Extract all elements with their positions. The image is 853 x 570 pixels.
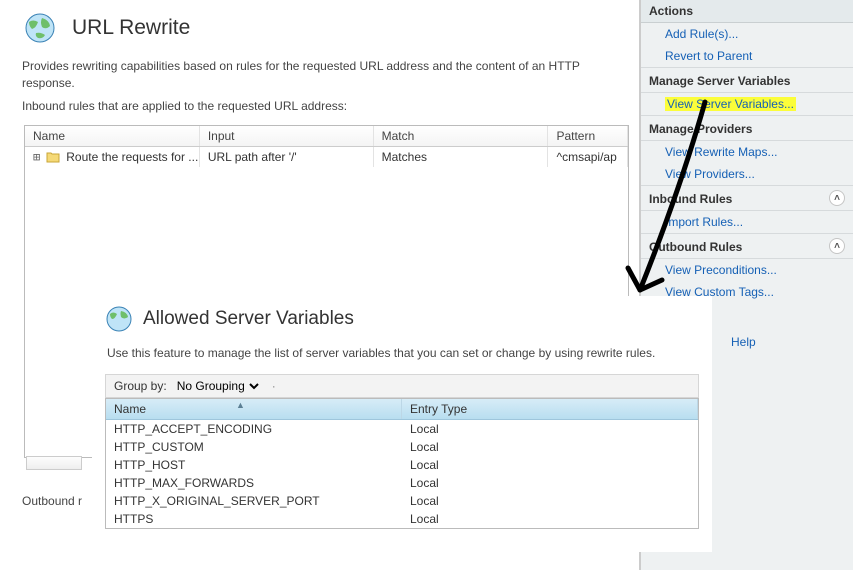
rule-name: Route the requests for ... (66, 150, 198, 164)
table-row[interactable]: HTTPSLocal (106, 510, 698, 528)
sv-entry-cell: Local (402, 492, 698, 510)
rule-input: URL path after '/' (200, 147, 374, 167)
import-rules-link[interactable]: Import Rules... (641, 211, 853, 233)
view-rewrite-maps-link[interactable]: View Rewrite Maps... (641, 141, 853, 163)
horizontal-scrollbar[interactable] (26, 456, 82, 470)
sv-table-header[interactable]: Name ▲ Entry Type (106, 399, 698, 420)
folder-icon (46, 151, 60, 163)
table-row[interactable]: HTTP_ACCEPT_ENCODINGLocal (106, 420, 698, 438)
table-row[interactable]: HTTP_HOSTLocal (106, 456, 698, 474)
sv-name-cell: HTTP_HOST (106, 456, 402, 474)
sort-asc-icon: ▲ (236, 400, 245, 410)
sv-entry-cell: Local (402, 420, 698, 438)
sv-name-cell: HTTPS (106, 510, 402, 528)
sv-entry-cell: Local (402, 474, 698, 492)
rule-match: Matches (374, 147, 549, 167)
manage-providers-head: Manage Providers (641, 115, 853, 141)
table-row[interactable]: HTTP_X_ORIGINAL_SERVER_PORTLocal (106, 492, 698, 510)
allowed-server-variables-panel: Allowed Server Variables Use this featur… (92, 296, 712, 552)
overlay-description: Use this feature to manage the list of s… (93, 345, 711, 374)
expand-icon[interactable]: ⊞ (33, 150, 40, 164)
group-by-label: Group by: (114, 379, 167, 393)
globe-icon (105, 305, 133, 333)
dropdown-separator-icon: · (272, 379, 276, 393)
page-title: URL Rewrite (72, 16, 190, 40)
table-row[interactable]: ⊞ Route the requests for ... URL path af… (25, 147, 628, 168)
sv-col-name[interactable]: Name ▲ (106, 399, 402, 419)
table-row[interactable]: HTTP_CUSTOMLocal (106, 438, 698, 456)
view-preconditions-link[interactable]: View Preconditions... (641, 259, 853, 281)
group-by-bar: Group by: No Grouping · (105, 374, 699, 398)
page-title-row: URL Rewrite (0, 8, 639, 58)
add-rules-link[interactable]: Add Rule(s)... (641, 23, 853, 45)
revert-link[interactable]: Revert to Parent (641, 45, 853, 67)
col-header-input[interactable]: Input (200, 126, 374, 146)
sv-entry-cell: Local (402, 456, 698, 474)
col-header-pattern[interactable]: Pattern (548, 126, 628, 146)
sv-name-cell: HTTP_ACCEPT_ENCODING (106, 420, 402, 438)
rule-pattern: ^cmsapi/ap (548, 147, 628, 167)
view-providers-link[interactable]: View Providers... (641, 163, 853, 185)
overlay-title-row: Allowed Server Variables (93, 297, 711, 345)
sv-col-name-label: Name (114, 402, 146, 416)
col-header-match[interactable]: Match (374, 126, 549, 146)
description-line-1: Provides rewriting capabilities based on… (0, 58, 639, 99)
actions-header: Actions (641, 0, 853, 23)
sv-entry-cell: Local (402, 510, 698, 528)
sv-name-cell: HTTP_X_ORIGINAL_SERVER_PORT (106, 492, 402, 510)
inbound-rules-head[interactable]: Inbound Rules ˄ (641, 185, 853, 211)
view-server-variables-link[interactable]: View Server Variables... (641, 93, 853, 115)
outbound-rules-label: Outbound Rules (649, 240, 742, 254)
server-variables-table: Name ▲ Entry Type HTTP_ACCEPT_ENCODINGLo… (105, 398, 699, 529)
col-header-name[interactable]: Name (25, 126, 200, 146)
sv-name-cell: HTTP_CUSTOM (106, 438, 402, 456)
sv-entry-cell: Local (402, 438, 698, 456)
chevron-up-icon[interactable]: ˄ (829, 238, 845, 254)
chevron-up-icon[interactable]: ˄ (829, 190, 845, 206)
sv-name-cell: HTTP_MAX_FORWARDS (106, 474, 402, 492)
overlay-title: Allowed Server Variables (143, 308, 354, 330)
outbound-rules-head[interactable]: Outbound Rules ˄ (641, 233, 853, 259)
outbound-section-label: Outbound r (22, 494, 82, 508)
manage-server-variables-head: Manage Server Variables (641, 67, 853, 93)
highlight-badge: View Server Variables... (665, 97, 796, 111)
group-by-select[interactable]: No Grouping (173, 378, 262, 394)
table-row[interactable]: HTTP_MAX_FORWARDSLocal (106, 474, 698, 492)
inbound-rules-label: Inbound Rules (649, 192, 732, 206)
description-line-2: Inbound rules that are applied to the re… (0, 99, 639, 125)
table-header[interactable]: Name Input Match Pattern (25, 126, 628, 147)
sv-col-entry[interactable]: Entry Type (402, 399, 698, 419)
sv-table-body: HTTP_ACCEPT_ENCODINGLocalHTTP_CUSTOMLoca… (106, 420, 698, 528)
globe-icon (24, 12, 56, 44)
